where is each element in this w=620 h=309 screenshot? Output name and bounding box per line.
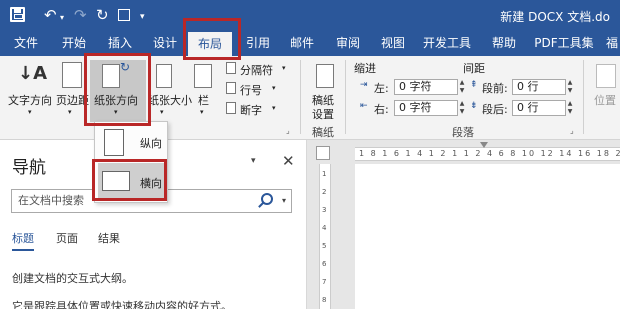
columns-label: 栏 [198,94,209,107]
spacing-before-icon: ⇞ [470,80,478,90]
spacing-after-label: 段后: [482,103,508,116]
save-icon[interactable] [10,7,25,22]
close-icon[interactable]: ✕ [282,152,295,170]
chevron-down-icon: ▾ [272,84,276,92]
portrait-page-icon [104,129,124,156]
tab-view[interactable]: 视图 [375,30,411,56]
draft-paper-icon [316,64,334,88]
chevron-down-icon: ▾ [160,108,164,116]
ruler-tick: 2 [322,188,327,196]
text-direction-label: 文字方向 [8,94,52,107]
redo-icon: ↷ [74,6,87,24]
group-separator [300,60,301,134]
orientation-portrait-option[interactable]: 纵向 [98,124,166,162]
indent-right-label: 右: [374,103,389,116]
paragraph-launcher-icon[interactable]: ⌟ [570,126,574,135]
nav-hint-line-2: 它是跟踪具体位置或快速移动内容的好方式。 [12,300,232,309]
document-title: 新建 DOCX 文档.do [500,10,610,24]
nav-options-icon[interactable]: ▾ [251,156,256,166]
tab-review[interactable]: 审阅 [330,30,366,56]
nav-hint-line-1: 创建文档的交互式大纲。 [12,272,133,285]
text-direction-icon: ↓A [18,63,48,84]
spacing-before-spinner[interactable]: ▲ ▼ [566,79,574,95]
tab-mailings[interactable]: 邮件 [284,30,320,56]
title-bar: ↶ ▾ ↷ ↻ ▾ 新建 DOCX 文档.do [0,0,620,30]
chevron-down-icon: ▾ [68,108,72,116]
indent-header: 缩进 [354,62,376,75]
spacing-after-field[interactable]: 0 行 [512,100,566,116]
tab-developer[interactable]: 开发工具 [418,30,476,56]
ruler-tick: 5 [322,242,327,250]
horizontal-ruler[interactable]: 1 8 1 6 1 4 1 2 1 1 2 4 6 8 10 12 14 16 … [355,147,620,161]
ruler-tick: 8 [322,296,327,304]
nav-tab-pages[interactable]: 页面 [56,230,78,246]
ruler-tick: 4 [322,224,327,232]
chevron-down-icon: ▾ [28,108,32,116]
document-page[interactable] [355,164,620,309]
tab-references[interactable]: 引用 [242,30,274,56]
line-numbers-icon [226,82,236,94]
spacing-after-spinner[interactable]: ▲ ▼ [566,100,574,116]
size-label: 纸张大小 [148,94,192,107]
undo-dropdown-icon[interactable]: ▾ [60,10,64,26]
indent-marker-icon[interactable] [480,142,488,148]
spacing-before-label: 段前: [482,82,508,95]
breaks-label: 分隔符 [240,64,273,77]
ruler-tick: 1 [322,170,327,178]
margins-icon [62,62,82,88]
highlight-layout-tab [183,18,241,60]
columns-icon [194,64,212,88]
tab-pdf-tools[interactable]: PDF工具集 [532,30,596,56]
chevron-down-icon: ▾ [272,104,276,112]
size-icon [156,64,172,88]
group-separator [583,60,584,134]
nav-tab-results[interactable]: 结果 [98,230,120,246]
hyphenation-icon [226,102,236,114]
tab-help[interactable]: 帮助 [486,30,522,56]
spacing-header: 间距 [463,62,485,75]
vertical-ruler[interactable]: 1 2 3 4 5 6 7 8 [319,164,331,309]
indent-left-field[interactable]: 0 字符 [394,79,458,95]
hyphenation-label: 断字 [240,104,262,117]
ruler-tick: 6 [322,260,327,268]
portrait-label: 纵向 [140,137,162,150]
ruler-tick: 7 [322,278,327,286]
indent-left-label: 左: [374,82,389,95]
tab-selector[interactable] [316,146,330,160]
chevron-down-icon: ▾ [282,64,286,72]
document-area: 1 8 1 6 1 4 1 2 1 1 2 4 6 8 10 12 14 16 … [307,140,620,309]
refresh-icon[interactable]: ↻ [96,7,109,23]
paragraph-group-label: 段落 [452,126,474,139]
position-label: 位置 [594,94,616,107]
spacing-before-field[interactable]: 0 行 [512,79,566,95]
position-icon [596,64,616,88]
undo-icon[interactable]: ↶ [44,7,57,23]
indent-left-icon: ⇥ [360,80,368,90]
draft-group-label: 稿纸 [312,126,334,139]
checkbox-icon[interactable] [118,9,130,21]
ruler-tick: 3 [322,206,327,214]
indent-left-spinner[interactable]: ▲ ▼ [458,79,466,95]
tab-partial[interactable]: 福 [604,30,620,56]
nav-title: 导航 [12,158,46,178]
breaks-icon [226,62,236,74]
nav-search-placeholder: 在文档中搜索 [18,194,84,207]
draft-paper-label-2: 设置 [312,108,334,121]
line-numbers-label: 行号 [240,84,262,97]
search-options-icon[interactable]: ▾ [282,190,286,212]
highlight-landscape-option [92,159,167,201]
indent-right-icon: ⇤ [360,101,368,111]
chevron-down-icon: ▾ [200,108,204,116]
customize-quick-access-icon[interactable]: ▾ [140,9,145,25]
spacing-after-icon: ⇟ [470,101,478,111]
indent-right-field[interactable]: 0 字符 [394,100,458,116]
tab-file[interactable]: 文件 [8,30,44,56]
group-separator [345,60,346,134]
nav-tab-headings[interactable]: 标题 [12,230,34,251]
search-icon[interactable] [261,193,273,205]
indent-right-spinner[interactable]: ▲ ▼ [458,100,466,116]
tab-design[interactable]: 设计 [147,30,183,56]
page-setup-launcher-icon[interactable]: ⌟ [286,126,290,135]
highlight-orientation-button [84,53,151,126]
